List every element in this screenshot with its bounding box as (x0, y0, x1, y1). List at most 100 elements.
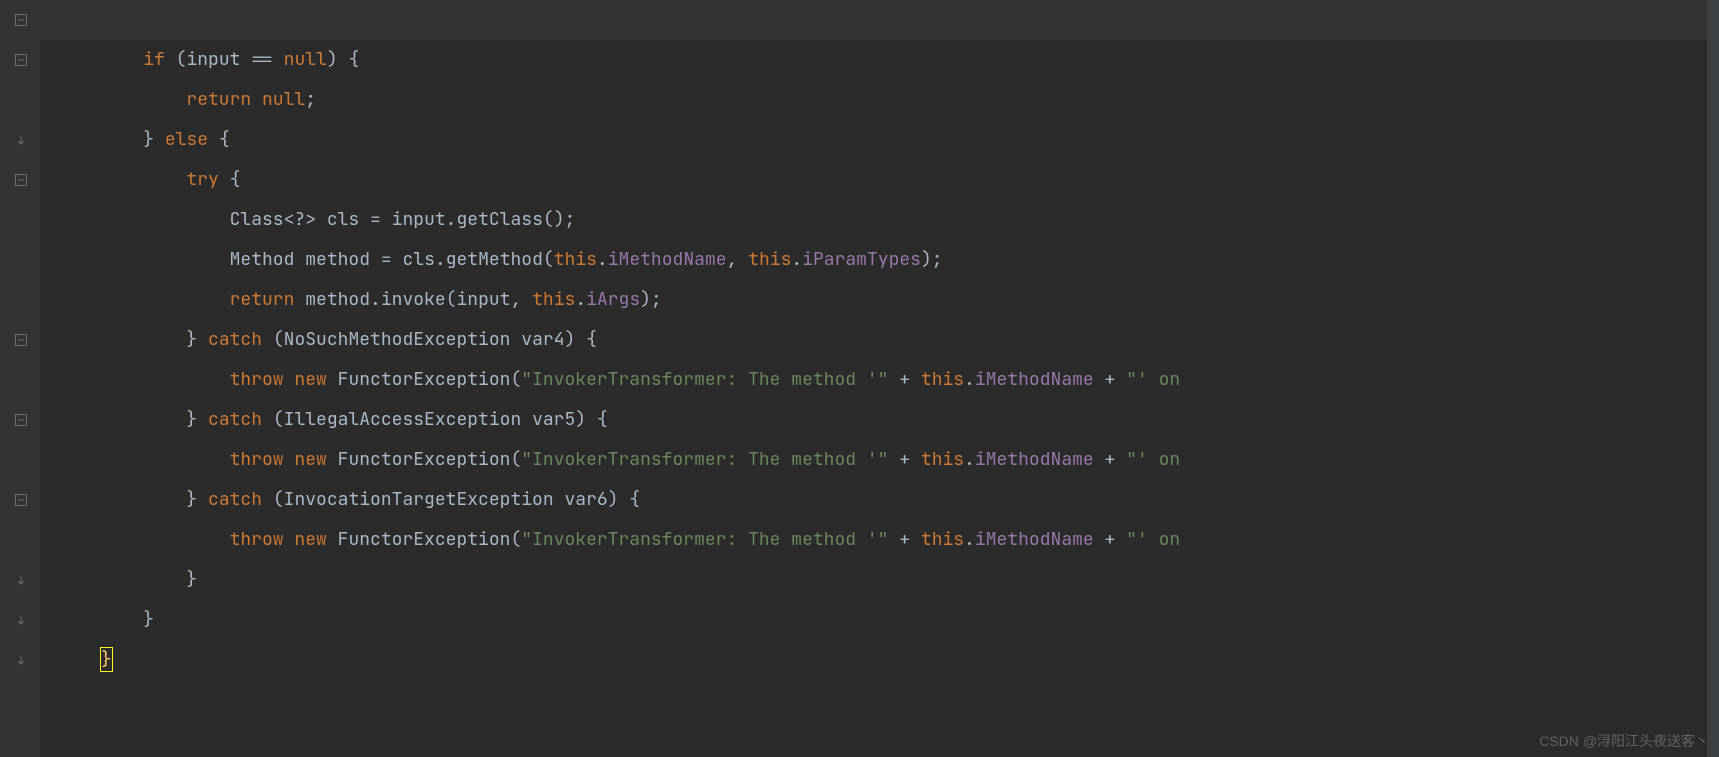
token-punct: . (964, 448, 975, 471)
token-punct: ) (564, 328, 575, 351)
token-punct: ( (446, 288, 457, 311)
token-call: getClass (456, 208, 542, 231)
token-punct: (); (543, 208, 575, 231)
fold-collapse-icon[interactable] (15, 174, 27, 186)
token-punct: } (143, 128, 154, 151)
token-kw: else (165, 128, 208, 151)
token-type: NoSuchMethodException (284, 328, 511, 351)
token-punct: { (629, 488, 640, 511)
token-kw: this (554, 248, 597, 271)
token-type: FunctorException (338, 528, 511, 551)
token-punct: ( (510, 528, 521, 551)
fold-collapse-icon[interactable] (15, 54, 27, 66)
token-param: input (186, 48, 240, 71)
fold-collapse-icon[interactable] (15, 414, 27, 426)
token-kw: try (186, 168, 218, 191)
token-kw: null (284, 48, 327, 71)
token-field: iArgs (586, 288, 640, 311)
token-kw: throw (230, 448, 284, 471)
fold-end-icon[interactable] (15, 574, 27, 586)
fold-collapse-icon[interactable] (15, 14, 27, 26)
token-type: Class<?> (230, 208, 316, 231)
token-kw: this (532, 288, 575, 311)
token-kw: null (262, 88, 305, 111)
token-punct: , (727, 248, 738, 271)
token-op: + (1105, 528, 1116, 551)
token-kw: this (748, 248, 791, 271)
token-punct: ) (608, 488, 619, 511)
csdn-watermark: CSDN @浔阳江头夜送客丶 (1539, 731, 1709, 751)
token-punct: ( (510, 448, 521, 471)
token-punct: ; (305, 88, 316, 111)
token-param: input (456, 288, 510, 311)
code-area[interactable]: public O transform(Object input) { if (i… (40, 0, 1719, 757)
token-op: + (899, 368, 910, 391)
token-punct: ( (176, 48, 187, 71)
token-kw: this (921, 448, 964, 471)
token-punct: . (446, 208, 457, 231)
token-punct: ( (543, 248, 554, 271)
token-op: = (381, 248, 392, 271)
token-op: = (370, 208, 381, 231)
token-punct: } (186, 568, 197, 591)
token-field: iMethodName (975, 448, 1094, 471)
token-str: "InvokerTransformer: The method '" (521, 448, 888, 471)
token-punct: . (964, 528, 975, 551)
fold-collapse-icon[interactable] (15, 334, 27, 346)
token-str: "' on (1126, 528, 1180, 551)
token-param: cls (402, 248, 434, 271)
token-param: var6 (564, 488, 607, 511)
token-kw: throw (230, 528, 284, 551)
token-kw: new (294, 448, 326, 471)
token-punct: { (349, 48, 360, 71)
token-punct: ); (921, 248, 943, 271)
token-kw: catch (208, 488, 262, 511)
token-punct: } (143, 608, 154, 631)
token-kw: catch (208, 408, 262, 431)
code-editor[interactable]: public O transform(Object input) { if (i… (0, 0, 1719, 757)
fold-end-icon[interactable] (15, 654, 27, 666)
token-type: InvocationTargetException (284, 488, 554, 511)
fold-end-icon[interactable] (15, 614, 27, 626)
token-punct: ( (273, 488, 284, 511)
token-kw: if (143, 48, 165, 71)
token-punct: , (510, 288, 521, 311)
token-punct: ( (510, 368, 521, 391)
token-kw: return (186, 88, 251, 111)
token-op: + (899, 528, 910, 551)
token-str: "InvokerTransformer: The method '" (521, 368, 888, 391)
token-kw: return (230, 288, 295, 311)
token-type: FunctorException (338, 368, 511, 391)
token-param: method (305, 288, 370, 311)
token-param: var4 (521, 328, 564, 351)
token-kw: new (294, 528, 326, 551)
token-type: FunctorException (338, 448, 511, 471)
token-kw: this (921, 368, 964, 391)
error-stripe[interactable] (1707, 0, 1719, 757)
token-param: input (392, 208, 446, 231)
token-param: var5 (532, 408, 575, 431)
token-punct: . (964, 368, 975, 391)
editor-gutter[interactable] (0, 0, 40, 757)
token-field: iMethodName (608, 248, 727, 271)
token-punct: ( (273, 408, 284, 431)
token-op: == (251, 48, 273, 71)
token-punct: { (597, 408, 608, 431)
fold-collapse-icon[interactable] (15, 494, 27, 506)
fold-end-icon[interactable] (15, 134, 27, 146)
token-kw: this (921, 528, 964, 551)
token-punct: ); (640, 288, 662, 311)
token-punct: . (791, 248, 802, 271)
token-str: "InvokerTransformer: The method '" (521, 528, 888, 551)
token-op: + (1105, 448, 1116, 471)
token-punct: . (370, 288, 381, 311)
token-param: method (305, 248, 370, 271)
token-call: getMethod (446, 248, 543, 271)
current-line-highlight (40, 0, 1719, 40)
token-punct: ) (575, 408, 586, 431)
token-type: Method (230, 248, 295, 271)
token-br-match: } (100, 647, 113, 672)
token-punct: ( (273, 328, 284, 351)
code-content[interactable]: public O transform(Object input) { if (i… (40, 0, 1719, 680)
token-op: + (899, 448, 910, 471)
